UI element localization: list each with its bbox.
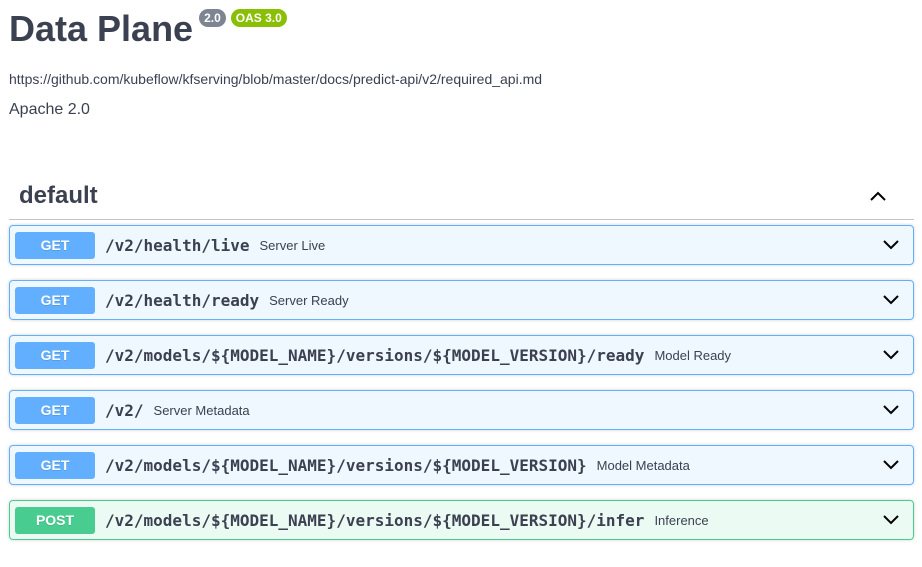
oas-version-badge: OAS 3.0 [230, 9, 287, 27]
operation-path: /v2/ [105, 400, 144, 420]
method-badge: POST [15, 506, 95, 534]
operation-path: /v2/models/${MODEL_NAME}/versions/${MODE… [105, 510, 645, 530]
chevron-down-icon[interactable] [881, 455, 901, 475]
license-text: Apache 2.0 [9, 101, 90, 118]
title-row: Data Plane 2.0 OAS 3.0 [9, 4, 287, 54]
operation-summary: Model Ready [654, 347, 732, 363]
method-badge: GET [15, 231, 95, 259]
method-badge: GET [15, 396, 95, 424]
version-badge: 2.0 [199, 9, 226, 27]
operation-path: /v2/health/live [105, 235, 250, 255]
chevron-up-icon[interactable] [868, 186, 888, 206]
operation-summary: Inference [654, 512, 709, 528]
chevron-down-icon[interactable] [881, 345, 901, 365]
operation-summary: Model Metadata [596, 457, 690, 473]
page-title: Data Plane [9, 8, 194, 49]
tag-section-default[interactable]: default [9, 173, 914, 220]
section-title: default [19, 182, 98, 209]
method-badge: GET [15, 341, 95, 369]
operation-row[interactable]: GET /v2/health/live Server Live [9, 225, 914, 265]
spec-url-link[interactable]: https://github.com/kubeflow/kfserving/bl… [9, 71, 542, 87]
method-badge: GET [15, 451, 95, 479]
operation-path: /v2/models/${MODEL_NAME}/versions/${MODE… [105, 455, 587, 475]
operation-path: /v2/health/ready [105, 290, 260, 310]
operation-row[interactable]: GET /v2/models/${MODEL_NAME}/versions/${… [9, 445, 914, 485]
method-badge: GET [15, 286, 95, 314]
chevron-down-icon[interactable] [881, 290, 901, 310]
chevron-down-icon[interactable] [881, 235, 901, 255]
operation-row[interactable]: GET /v2/models/${MODEL_NAME}/versions/${… [9, 335, 914, 375]
operation-row[interactable]: GET /v2/ Server Metadata [9, 390, 914, 430]
operation-row[interactable]: POST /v2/models/${MODEL_NAME}/versions/$… [9, 500, 914, 540]
operation-summary: Server Metadata [153, 402, 250, 418]
api-info-header: Data Plane 2.0 OAS 3.0 [9, 4, 287, 54]
chevron-down-icon[interactable] [881, 510, 901, 530]
operation-summary: Server Ready [269, 292, 349, 308]
operation-summary: Server Live [259, 237, 326, 253]
operation-row[interactable]: GET /v2/health/ready Server Ready [9, 280, 914, 320]
operation-path: /v2/models/${MODEL_NAME}/versions/${MODE… [105, 345, 645, 365]
chevron-down-icon[interactable] [881, 400, 901, 420]
